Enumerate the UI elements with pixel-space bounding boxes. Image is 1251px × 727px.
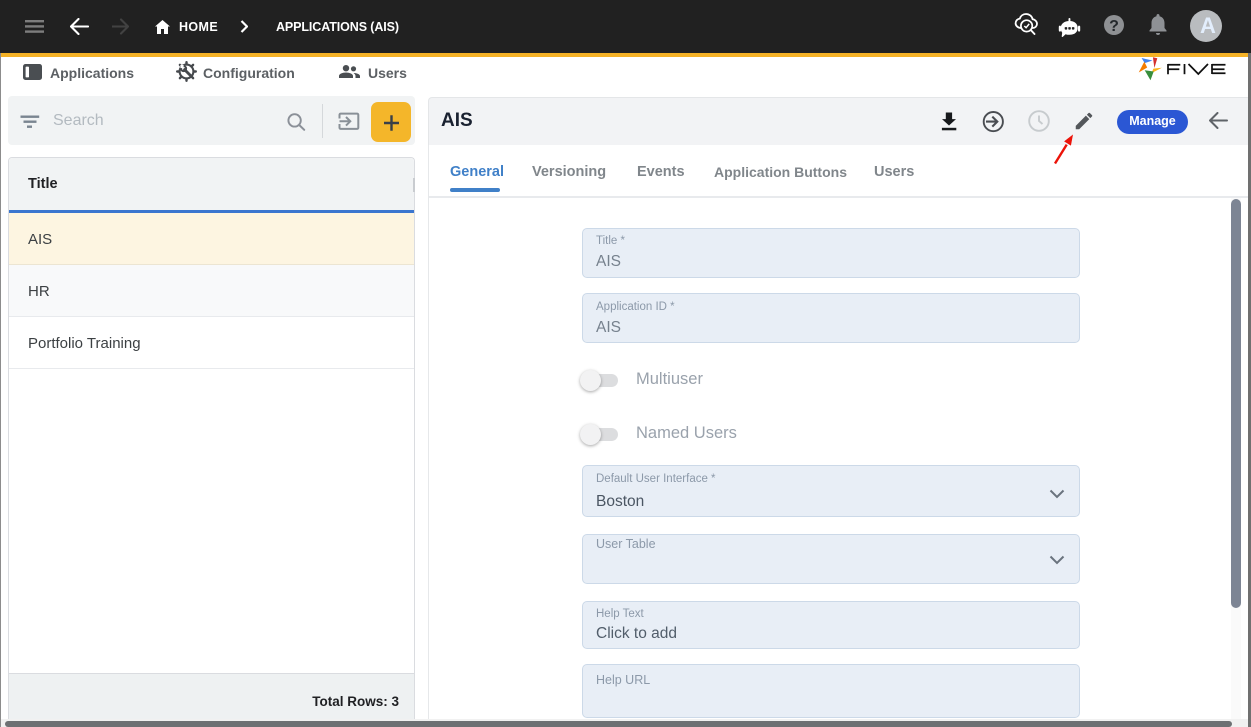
svg-text:?: ? [1109, 18, 1119, 35]
